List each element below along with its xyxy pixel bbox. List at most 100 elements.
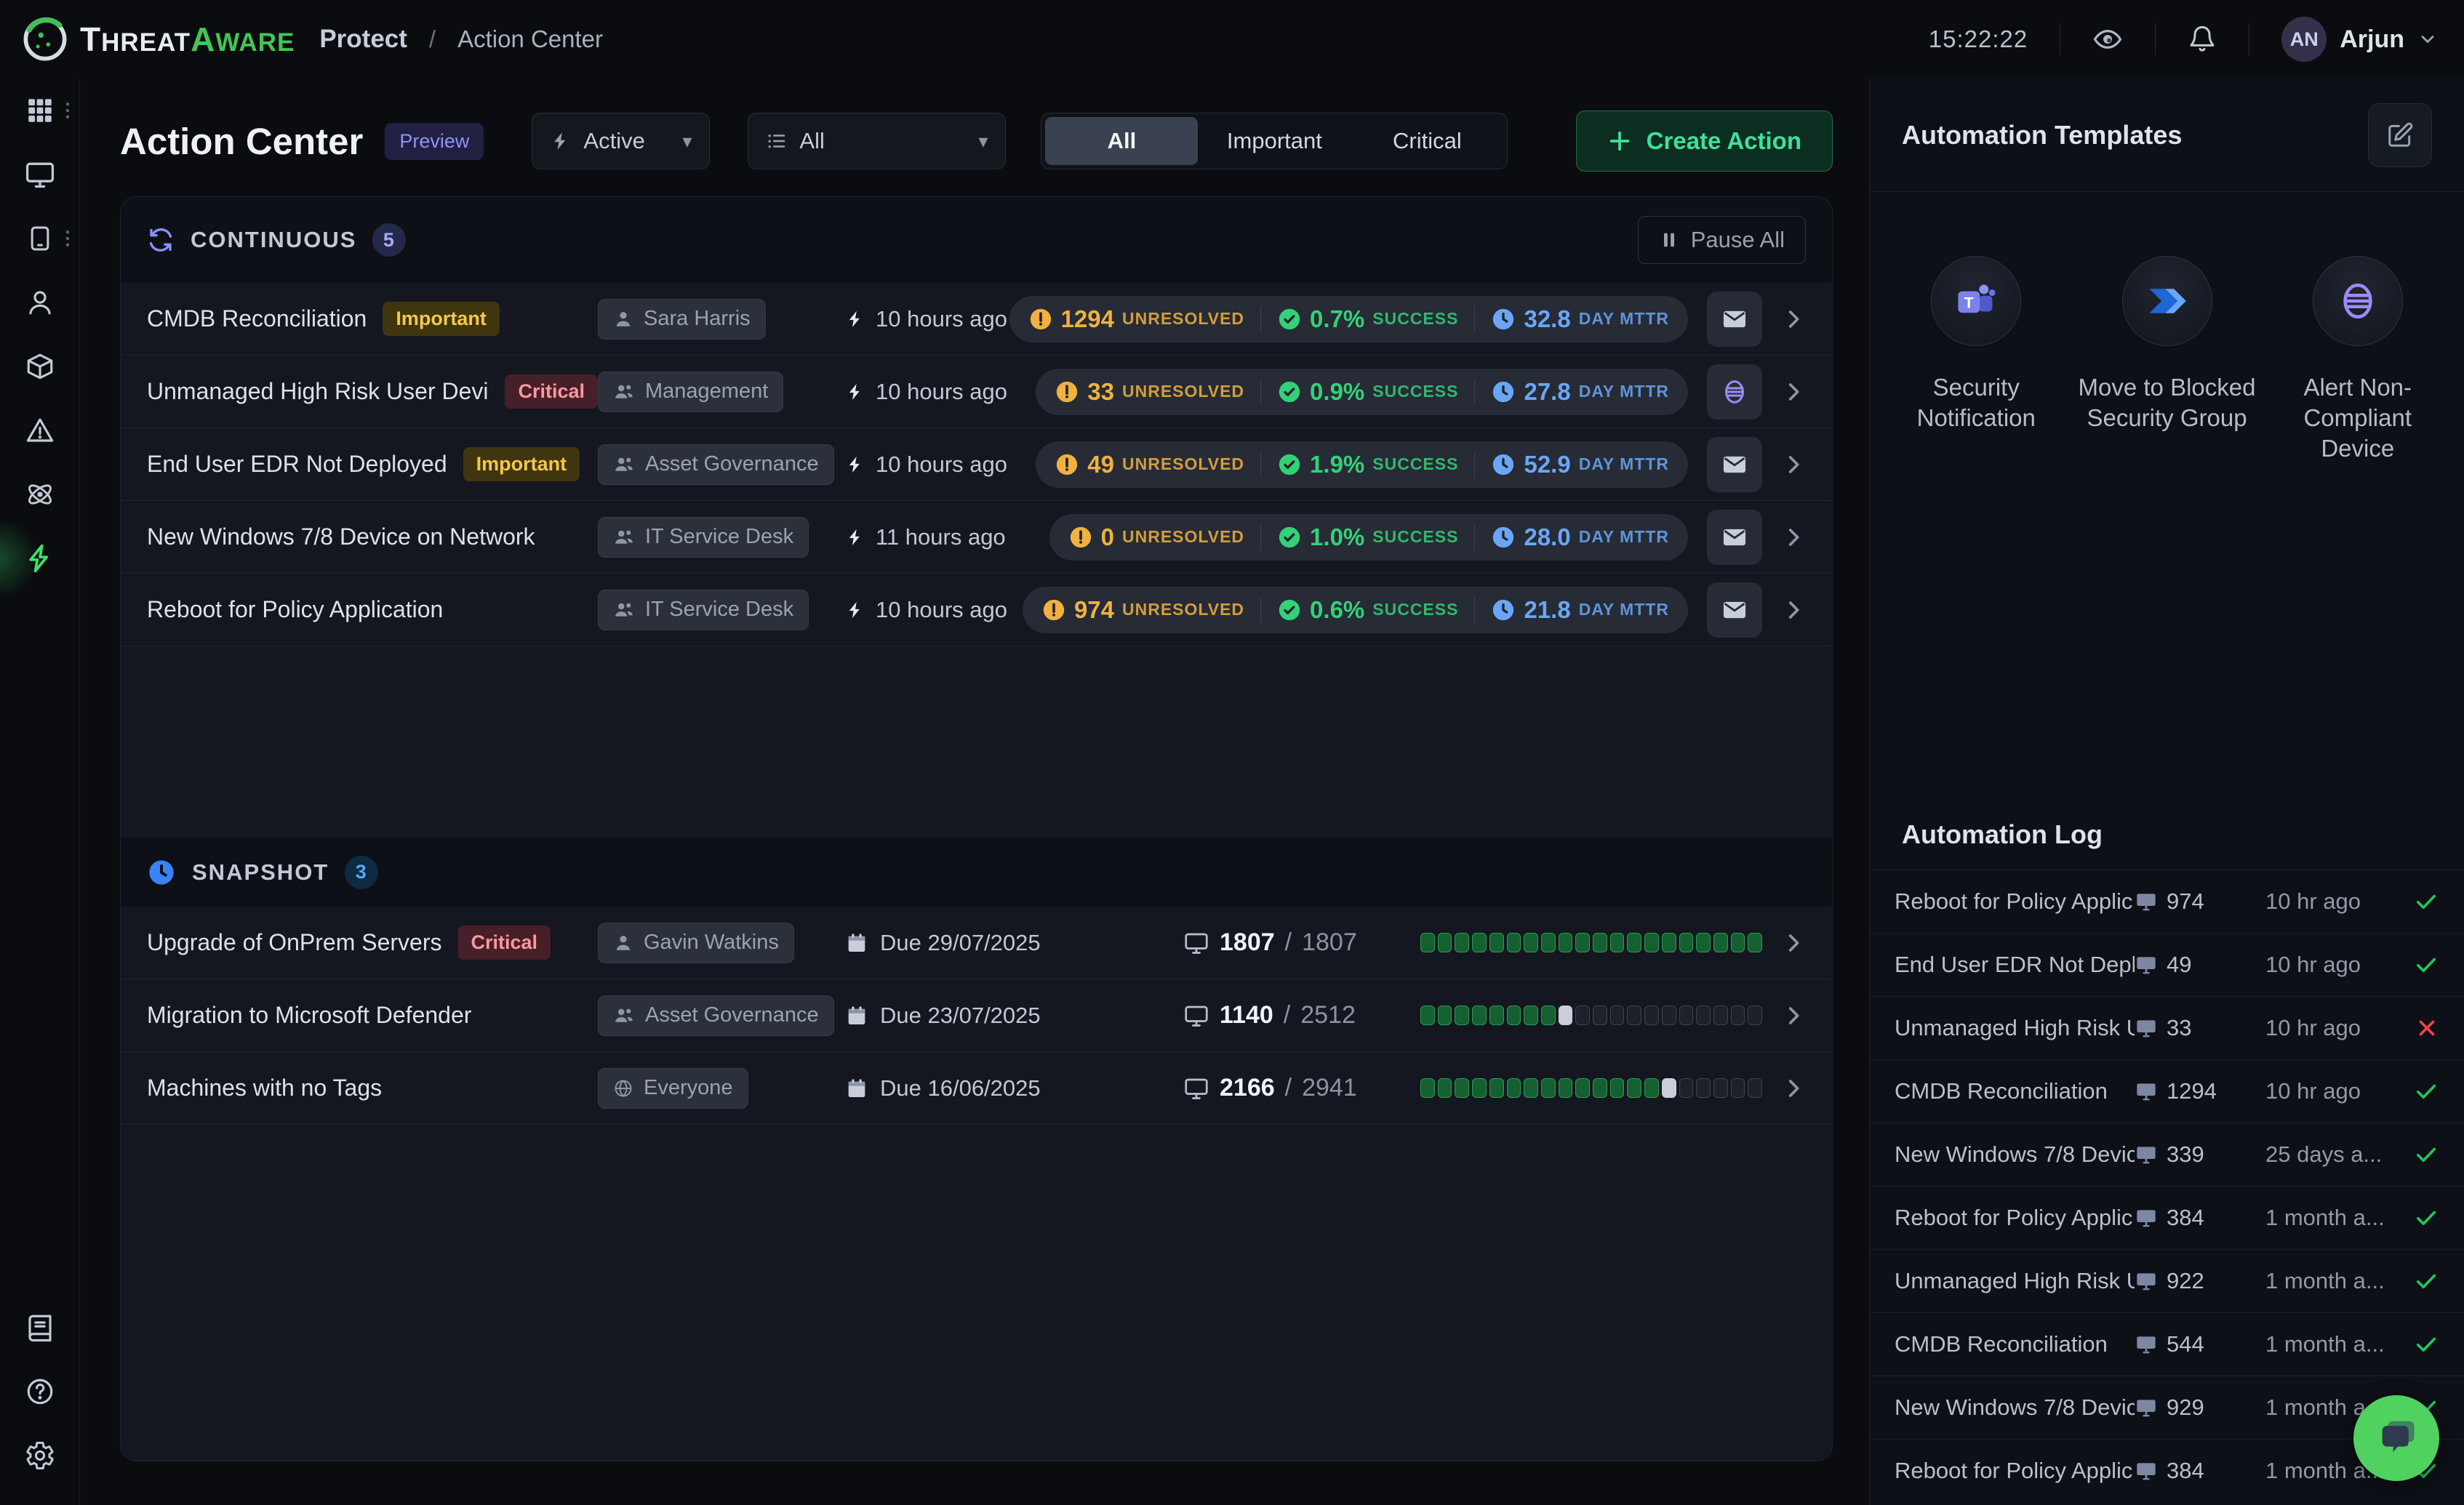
continuous-row[interactable]: Reboot for Policy Application IT Service…: [121, 574, 1832, 646]
snapshot-row[interactable]: Machines with no Tags Everyone Due 16/06…: [121, 1052, 1832, 1125]
device-progress-count: 1807 / 1807: [1183, 928, 1401, 957]
type-filter-dropdown[interactable]: All ▾: [748, 113, 1006, 169]
row-chevron[interactable]: [1781, 307, 1806, 332]
row-chevron[interactable]: [1781, 1003, 1806, 1028]
breadcrumb-product[interactable]: Protect: [319, 25, 407, 54]
kebab-menu-icon[interactable]: [61, 100, 74, 121]
log-status: [2407, 1268, 2439, 1294]
continuous-row[interactable]: CMDB Reconciliation Important Sara Harri…: [121, 283, 1832, 356]
notification-channel-button[interactable]: [1707, 582, 1762, 638]
continuous-row[interactable]: End User EDR Not Deployed Important Asse…: [121, 428, 1832, 501]
owner-chip-label: Asset Governance: [645, 1003, 819, 1027]
pause-all-button[interactable]: Pause All: [1638, 216, 1806, 264]
row-chevron[interactable]: [1781, 452, 1806, 477]
sidebar-item-docs[interactable]: [0, 1296, 80, 1360]
sidebar-item-software[interactable]: [0, 334, 80, 398]
log-action-name: CMDB Reconciliation: [1895, 1331, 2135, 1357]
progress-segment-filled: [1575, 933, 1590, 952]
gear-icon: [25, 1440, 55, 1471]
log-row[interactable]: Reboot for Policy Applic... 384 1 month …: [1870, 1186, 2464, 1249]
row-chevron[interactable]: [1781, 1076, 1806, 1101]
progress-segment-filled: [1627, 1078, 1641, 1098]
sidebar-item-help[interactable]: [0, 1360, 80, 1424]
log-device-count: 544: [2135, 1331, 2265, 1357]
template-security-notification[interactable]: T Security Notification: [1884, 256, 2068, 465]
apps-grid-icon: [25, 95, 55, 126]
notification-channel-button[interactable]: [1707, 437, 1762, 492]
log-row[interactable]: Reboot for Policy Applic... 974 10 hr ag…: [1870, 870, 2464, 933]
action-title: Reboot for Policy Application: [147, 596, 443, 623]
progress-segment-current: [1662, 1078, 1676, 1098]
sidebar-item-settings[interactable]: [0, 1424, 80, 1488]
owner-chip-label: IT Service Desk: [645, 525, 793, 549]
template-alert-non-compliant[interactable]: Alert Non-Compliant Device: [2266, 256, 2449, 465]
last-run-time: 10 hours ago: [845, 306, 1009, 332]
sidebar-item-apps[interactable]: [0, 79, 80, 143]
progress-segment-filled: [1559, 933, 1573, 952]
topbar-divider: [2155, 23, 2156, 55]
progress-segment-empty: [1644, 1006, 1659, 1025]
progress-segment-filled: [1489, 933, 1504, 952]
sidebar-item-mobile-devices[interactable]: [0, 206, 80, 270]
visibility-button[interactable]: [2092, 24, 2123, 55]
automation-panel: Automation Templates T Security Notifica…: [1869, 79, 2464, 1505]
log-row[interactable]: Unmanaged High Risk U... 922 1 month a..…: [1870, 1249, 2464, 1312]
action-title: Unmanaged High Risk User Devices: [147, 378, 489, 405]
sidebar-item-integrations[interactable]: [0, 462, 80, 526]
sidebar-item-users[interactable]: [0, 270, 80, 334]
monitor-icon: [2135, 953, 2158, 976]
monitor-icon: [1183, 930, 1209, 956]
activity-filter-dropdown[interactable]: Active ▾: [532, 113, 710, 169]
app-logo[interactable]: THREATAWARE: [20, 15, 295, 64]
notification-channel-button[interactable]: [1707, 510, 1762, 565]
severity-badge: Critical: [458, 926, 551, 960]
breadcrumb-page[interactable]: Action Center: [457, 25, 603, 53]
progress-segment-empty: [1610, 1006, 1625, 1025]
notification-channel-button[interactable]: [1707, 364, 1762, 420]
monitor-icon: [2135, 1206, 2158, 1229]
preview-badge: Preview: [385, 123, 484, 160]
progress-segment-filled: [1489, 1078, 1504, 1098]
kebab-menu-icon[interactable]: [61, 228, 74, 249]
notifications-button[interactable]: [2188, 25, 2217, 54]
log-row[interactable]: New Windows 7/8 Devic... 339 25 days a..…: [1870, 1123, 2464, 1186]
progress-segment-filled: [1507, 933, 1521, 952]
templates-title: Automation Templates: [1902, 120, 2182, 150]
progress-segment-filled: [1679, 933, 1694, 952]
alert-circle-icon: [1028, 307, 1053, 332]
notification-channel-button[interactable]: [1707, 292, 1762, 347]
check-icon: [2413, 952, 2439, 978]
edit-templates-button[interactable]: [2368, 103, 2432, 167]
row-chevron[interactable]: [1781, 931, 1806, 955]
log-row[interactable]: CMDB Reconciliation 544 1 month a...: [1870, 1312, 2464, 1376]
automation-log-title: Automation Log: [1870, 800, 2464, 870]
lightning-bolt-icon: [24, 542, 56, 574]
severity-tab[interactable]: Important: [1198, 117, 1351, 165]
log-row[interactable]: CMDB Reconciliation 1294 10 hr ago: [1870, 1059, 2464, 1123]
check-icon: [2413, 1078, 2439, 1104]
log-row[interactable]: Unmanaged High Risk U... 33 10 hr ago: [1870, 996, 2464, 1059]
success-stat: 1.9% SUCCESS: [1261, 451, 1474, 478]
sidebar-item-automation[interactable]: [0, 526, 80, 590]
user-menu[interactable]: AN Arjun: [2281, 17, 2438, 62]
severity-tab[interactable]: Critical: [1351, 117, 1503, 165]
clock-icon: [1491, 525, 1516, 550]
bolt-icon: [845, 527, 865, 547]
progress-segment-empty: [1696, 1006, 1711, 1025]
create-action-button[interactable]: Create Action: [1576, 111, 1833, 172]
bolt-icon: [845, 454, 865, 475]
row-chevron[interactable]: [1781, 525, 1806, 550]
continuous-row[interactable]: Unmanaged High Risk User Devices Critica…: [121, 356, 1832, 428]
live-chat-button[interactable]: [2353, 1395, 2439, 1481]
severity-tab[interactable]: All: [1045, 117, 1198, 165]
template-move-to-blocked[interactable]: Move to Blocked Security Group: [2076, 256, 2259, 465]
sidebar-item-desktops[interactable]: [0, 143, 80, 206]
sidebar-item-alerts[interactable]: [0, 398, 80, 462]
row-chevron[interactable]: [1781, 380, 1806, 404]
snapshot-row[interactable]: Migration to Microsoft Defender Asset Go…: [121, 979, 1832, 1052]
row-chevron[interactable]: [1781, 598, 1806, 622]
snapshot-row[interactable]: Upgrade of OnPrem Servers Critical Gavin…: [121, 907, 1832, 979]
progress-segment-filled: [1731, 933, 1745, 952]
log-row[interactable]: End User EDR Not Deplo... 49 10 hr ago: [1870, 933, 2464, 996]
continuous-row[interactable]: New Windows 7/8 Device on Network IT Ser…: [121, 501, 1832, 574]
